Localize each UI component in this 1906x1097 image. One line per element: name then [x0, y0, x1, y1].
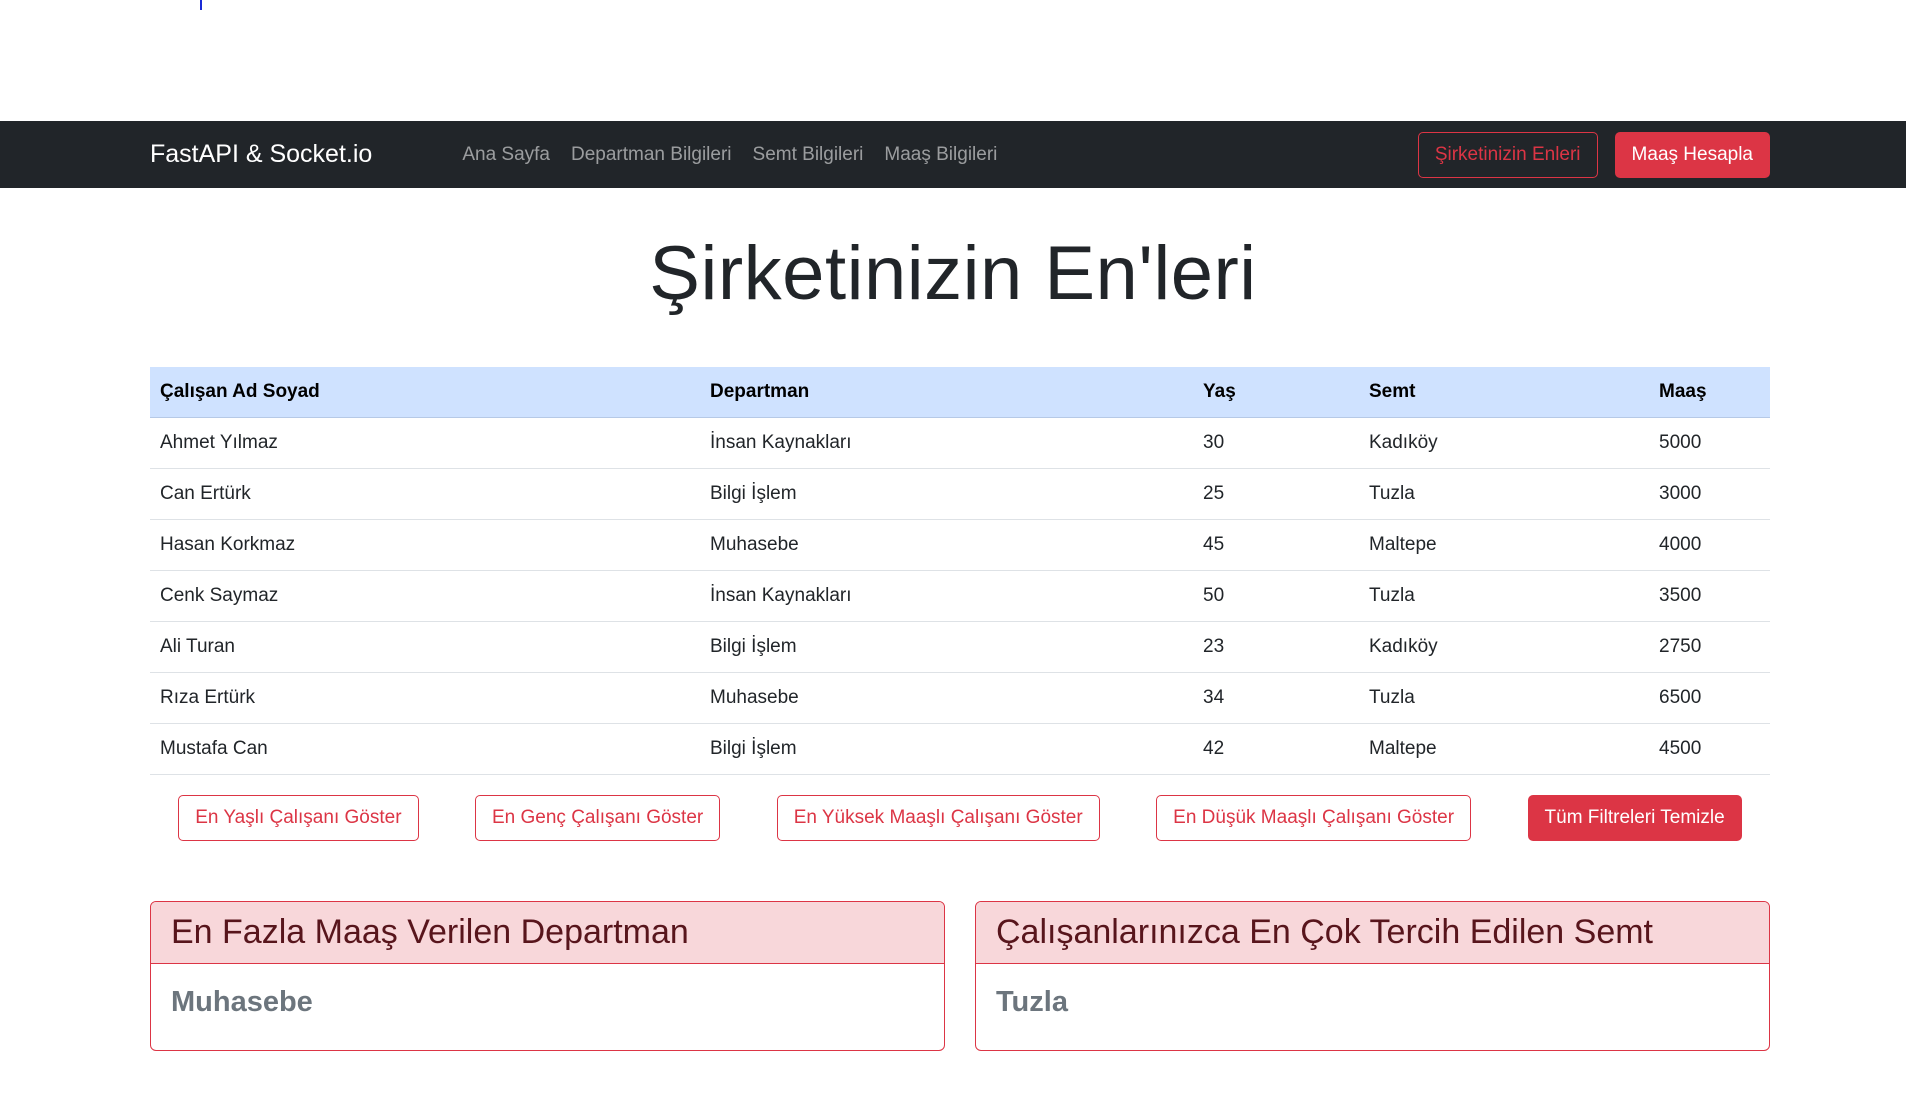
cell-department: Bilgi İşlem: [700, 621, 1193, 673]
navbar: FastAPI & Socket.io Ana Sayfa Departman …: [0, 121, 1906, 188]
cell-age: 25: [1193, 468, 1359, 520]
show-youngest-button[interactable]: En Genç Çalışanı Göster: [475, 795, 721, 841]
text-cursor-mark: [200, 0, 202, 10]
cell-salary: 3500: [1649, 570, 1770, 622]
top-blank-area: [0, 0, 1906, 121]
table-header-row: Çalışan Ad Soyad Departman Yaş Semt Maaş: [150, 367, 1770, 418]
cell-salary: 4500: [1649, 723, 1770, 775]
navbar-brand[interactable]: FastAPI & Socket.io: [150, 140, 372, 169]
clear-filters-button[interactable]: Tüm Filtreleri Temizle: [1527, 795, 1742, 841]
top-district-value: Tuzla: [996, 986, 1068, 1018]
top-department-card: En Fazla Maaş Verilen Departman Muhasebe: [150, 901, 945, 1051]
cell-district: Tuzla: [1359, 468, 1649, 520]
cell-district: Tuzla: [1359, 672, 1649, 724]
cell-name: Ahmet Yılmaz: [150, 417, 700, 469]
table-row: Ahmet Yılmaz İnsan Kaynakları 30 Kadıköy…: [150, 417, 1770, 469]
cell-name: Mustafa Can: [150, 723, 700, 775]
show-highest-salary-button[interactable]: En Yüksek Maaşlı Çalışanı Göster: [776, 795, 1100, 841]
cell-name: Cenk Saymaz: [150, 570, 700, 622]
column-header-salary: Maaş: [1649, 367, 1770, 418]
cell-district: Maltepe: [1359, 723, 1649, 775]
column-header-district: Semt: [1359, 367, 1649, 418]
cell-district: Maltepe: [1359, 519, 1649, 571]
employee-table: Çalışan Ad Soyad Departman Yaş Semt Maaş…: [150, 367, 1770, 775]
cell-district: Kadıköy: [1359, 417, 1649, 469]
cell-age: 50: [1193, 570, 1359, 622]
cell-department: Muhasebe: [700, 519, 1193, 571]
summary-cards: En Fazla Maaş Verilen Departman Muhasebe…: [150, 901, 1770, 1051]
cell-department: İnsan Kaynakları: [700, 570, 1193, 622]
cell-age: 30: [1193, 417, 1359, 469]
nav-link-salaries[interactable]: Maaş Bilgileri: [884, 144, 997, 166]
nav-links: Ana Sayfa Departman Bilgileri Semt Bilgi…: [462, 144, 1417, 166]
cell-salary: 2750: [1649, 621, 1770, 673]
page-title: Şirketinizin En'leri: [649, 231, 1257, 316]
cell-salary: 4000: [1649, 519, 1770, 571]
cell-age: 45: [1193, 519, 1359, 571]
top-department-card-header: En Fazla Maaş Verilen Departman: [151, 902, 944, 964]
cell-name: Hasan Korkmaz: [150, 519, 700, 571]
filter-buttons: En Yaşlı Çalışanı Göster En Genç Çalışan…: [150, 795, 1770, 841]
nav-link-home[interactable]: Ana Sayfa: [462, 144, 550, 166]
show-oldest-button[interactable]: En Yaşlı Çalışanı Göster: [178, 795, 419, 841]
cell-salary: 6500: [1649, 672, 1770, 724]
employee-table-container: Çalışan Ad Soyad Departman Yaş Semt Maaş…: [150, 367, 1770, 775]
column-header-name: Çalışan Ad Soyad: [150, 367, 700, 418]
cell-name: Ali Turan: [150, 621, 700, 673]
top-department-value: Muhasebe: [171, 986, 313, 1018]
table-row: Mustafa Can Bilgi İşlem 42 Maltepe 4500: [150, 723, 1770, 775]
nav-actions: Şirketinizin Enleri Maaş Hesapla: [1417, 131, 1770, 178]
cell-age: 23: [1193, 621, 1359, 673]
cell-age: 42: [1193, 723, 1359, 775]
company-superlatives-button[interactable]: Şirketinizin Enleri: [1417, 131, 1598, 178]
table-row: Rıza Ertürk Muhasebe 34 Tuzla 6500: [150, 672, 1770, 724]
cell-salary: 5000: [1649, 417, 1770, 469]
top-district-card-header: Çalışanlarınızca En Çok Tercih Edilen Se…: [976, 902, 1769, 964]
calculate-salary-button[interactable]: Maaş Hesapla: [1614, 131, 1770, 178]
cell-name: Rıza Ertürk: [150, 672, 700, 724]
column-header-department: Departman: [700, 367, 1193, 418]
cell-name: Can Ertürk: [150, 468, 700, 520]
cell-age: 34: [1193, 672, 1359, 724]
table-row: Hasan Korkmaz Muhasebe 45 Maltepe 4000: [150, 519, 1770, 571]
cell-department: Bilgi İşlem: [700, 723, 1193, 775]
top-district-card: Çalışanlarınızca En Çok Tercih Edilen Se…: [975, 901, 1770, 1051]
cell-department: Bilgi İşlem: [700, 468, 1193, 520]
cell-department: Muhasebe: [700, 672, 1193, 724]
cell-salary: 3000: [1649, 468, 1770, 520]
cell-district: Tuzla: [1359, 570, 1649, 622]
table-row: Cenk Saymaz İnsan Kaynakları 50 Tuzla 35…: [150, 570, 1770, 622]
nav-link-districts[interactable]: Semt Bilgileri: [753, 144, 864, 166]
cell-department: İnsan Kaynakları: [700, 417, 1193, 469]
column-header-age: Yaş: [1193, 367, 1359, 418]
nav-link-departments[interactable]: Departman Bilgileri: [571, 144, 732, 166]
table-row: Ali Turan Bilgi İşlem 23 Kadıköy 2750: [150, 621, 1770, 673]
cell-district: Kadıköy: [1359, 621, 1649, 673]
table-row: Can Ertürk Bilgi İşlem 25 Tuzla 3000: [150, 468, 1770, 520]
show-lowest-salary-button[interactable]: En Düşük Maaşlı Çalışanı Göster: [1156, 795, 1472, 841]
